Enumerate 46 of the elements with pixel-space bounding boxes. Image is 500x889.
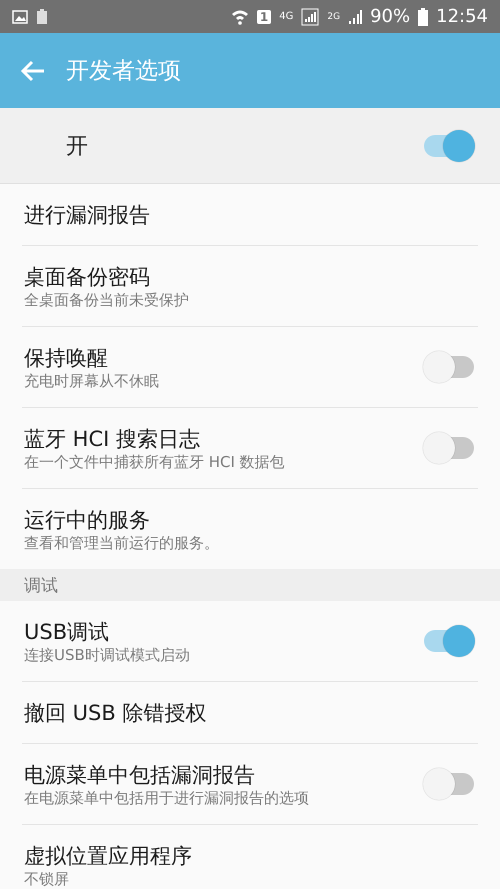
item-title: 运行中的服务 xyxy=(24,506,151,534)
settings-item[interactable]: 电源菜单中包括漏洞报告 在电源菜单中包括用于进行漏洞报告的选项 xyxy=(0,744,500,824)
item-subtitle: 全桌面备份当前未受保护 xyxy=(24,290,190,310)
item-title: 蓝牙 HCI 搜索日志 xyxy=(24,426,201,452)
battery-percent: 90% xyxy=(370,6,410,27)
item-subtitle: 在一个文件中捕获所有蓝牙 HCI 数据包 xyxy=(24,452,286,472)
item-title: USB调试 xyxy=(24,618,110,646)
item-title: 保持唤醒 xyxy=(24,344,109,372)
item-subtitle: 充电时屏幕从不休眠 xyxy=(24,372,160,390)
toggle-switch[interactable] xyxy=(422,431,476,465)
item-subtitle: 查看和管理当前运行的服务。 xyxy=(24,534,220,552)
battery-icon xyxy=(418,8,428,26)
screen-title: 开发者选项 xyxy=(66,57,181,86)
toggle-switch[interactable] xyxy=(422,350,476,384)
battery-saver-icon xyxy=(36,8,48,24)
item-title: 桌面备份密码 xyxy=(24,264,151,290)
clock: 12:54 xyxy=(436,6,488,27)
back-arrow-icon[interactable] xyxy=(20,60,46,82)
settings-item[interactable]: 撤回 USB 除错授权 xyxy=(0,682,500,743)
section-title: 调试 xyxy=(24,574,58,596)
signal-icon xyxy=(348,8,362,24)
settings-item[interactable]: 桌面备份密码 全桌面备份当前未受保护 xyxy=(0,246,500,326)
toggle-switch[interactable] xyxy=(422,624,476,658)
toggle-switch[interactable] xyxy=(422,128,476,162)
sim-indicator: 1 xyxy=(256,10,272,24)
item-title: 虚拟位置应用程序 xyxy=(24,842,193,870)
wifi-icon xyxy=(230,8,249,24)
switch-label: 开 xyxy=(66,132,89,160)
settings-item[interactable]: 蓝牙 HCI 搜索日志 在一个文件中捕获所有蓝牙 HCI 数据包 xyxy=(0,408,500,488)
item-subtitle: 连接USB时调试模式启动 xyxy=(24,646,191,664)
network-type: 4G xyxy=(279,11,294,22)
toggle-switch[interactable] xyxy=(422,767,476,801)
settings-item[interactable]: 保持唤醒 充电时屏幕从不休眠 xyxy=(0,327,500,407)
settings-item[interactable]: 虚拟位置应用程序 不锁屏 xyxy=(0,825,500,889)
item-subtitle: 在电源菜单中包括用于进行漏洞报告的选项 xyxy=(24,788,310,808)
item-title: 撤回 USB 除错授权 xyxy=(24,700,208,726)
settings-item[interactable]: USB调试 连接USB时调试模式启动 xyxy=(0,601,500,681)
settings-item[interactable]: 进行漏洞报告 xyxy=(0,184,500,245)
item-subtitle: 不锁屏 xyxy=(24,870,70,888)
image-icon xyxy=(12,10,28,24)
network-type: 2G xyxy=(327,12,340,22)
signal-icon xyxy=(301,8,320,26)
master-switch-row[interactable]: 开 xyxy=(0,108,500,184)
item-title: 电源菜单中包括漏洞报告 xyxy=(24,762,256,788)
item-title: 进行漏洞报告 xyxy=(24,202,151,228)
settings-item[interactable]: 运行中的服务 查看和管理当前运行的服务。 xyxy=(0,489,500,569)
